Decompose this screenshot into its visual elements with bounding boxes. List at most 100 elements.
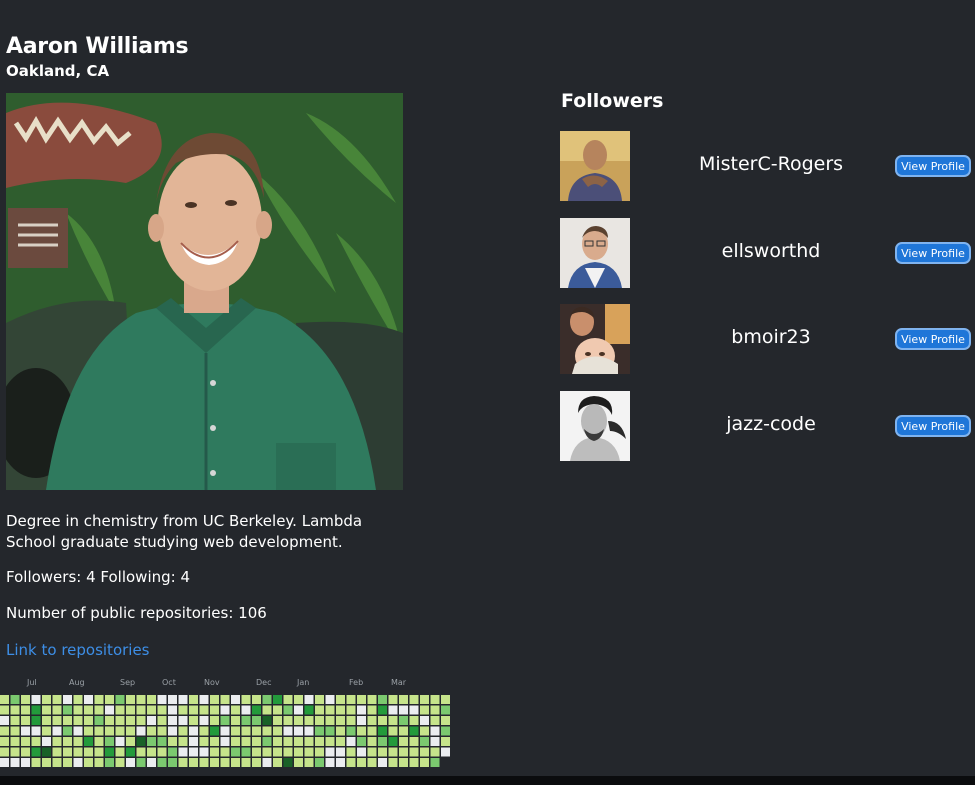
follower-avatar [560,131,630,201]
contribution-day [126,737,135,746]
contribution-day [31,695,41,704]
contribution-day [231,716,240,725]
contribution-day [409,758,419,767]
profile-photo [6,93,403,490]
follower-login: ellsworthd [721,240,821,262]
contribution-day [399,726,408,736]
contribution-day [73,747,83,757]
contribution-day [168,705,177,715]
contribution-day [304,726,314,736]
contribution-day [84,726,93,736]
contribution-day [63,758,72,767]
contribution-day [0,758,9,767]
contribution-day [283,737,293,746]
contribution-day [31,705,41,715]
contribution-day [409,695,419,704]
profile-photo-image [6,93,403,490]
contribution-day [325,716,335,725]
contribution-day [231,695,240,704]
contribution-day [157,737,167,746]
contribution-day [210,758,219,767]
contribution-day [325,705,335,715]
contribution-day [168,695,177,704]
month-label: Oct [162,678,176,687]
followers-title: Followers [561,90,664,112]
follower-card: jazz-code View Profile [560,391,972,461]
contribution-day [147,695,156,704]
contribution-day [199,695,209,704]
contribution-day [357,716,366,725]
contribution-day [262,726,272,736]
contribution-day [304,737,314,746]
contribution-day [157,758,167,767]
contribution-day [252,695,261,704]
contribution-day [220,726,230,736]
contribution-day [0,747,9,757]
contribution-day [147,758,156,767]
contribution-day [168,737,177,746]
follower-card: MisterC-Rogers View Profile [560,131,972,201]
contribution-day [157,747,167,757]
contribution-day [231,726,240,736]
view-profile-button[interactable]: View Profile [895,328,971,350]
contribution-day [294,726,303,736]
view-profile-button[interactable]: View Profile [895,415,971,437]
contribution-day [168,726,177,736]
follower-card: bmoir23 View Profile [560,304,972,374]
contribution-day [315,705,324,715]
contribution-day [52,716,62,725]
contribution-day [336,758,345,767]
view-profile-button[interactable]: View Profile [895,242,971,264]
contribution-day [420,705,429,715]
contribution-day [42,695,51,704]
contribution-day [304,716,314,725]
month-label: Jan [297,678,310,687]
contribution-day [304,695,314,704]
contribution-day [147,747,156,757]
contribution-day [126,747,135,757]
contribution-day [315,747,324,757]
contribution-day [420,737,429,746]
contribution-day [241,695,251,704]
contribution-day [10,726,20,736]
contribution-day [262,737,272,746]
contribution-day [241,716,251,725]
contribution-day [336,716,345,725]
contribution-day [220,695,230,704]
contribution-day [220,737,230,746]
contribution-day [273,758,282,767]
bottom-bar [0,776,975,785]
view-profile-button[interactable]: View Profile [895,155,971,177]
contribution-day [42,758,51,767]
contribution-day [52,726,62,736]
contribution-day [399,747,408,757]
contribution-day [73,705,83,715]
contribution-day [346,705,356,715]
contribution-day [409,716,419,725]
contribution-day [31,747,41,757]
contribution-day [63,747,72,757]
contribution-day [294,737,303,746]
contribution-day [189,726,198,736]
contribution-day [378,737,387,746]
contribution-day [346,758,356,767]
contribution-day [126,758,135,767]
contribution-grid [0,695,450,767]
contribution-day [378,726,387,736]
contribution-day [189,695,198,704]
contribution-day [388,747,398,757]
contribution-day [84,758,93,767]
contribution-day [315,716,324,725]
contribution-day [325,758,335,767]
repositories-link[interactable]: Link to repositories [6,641,150,659]
contribution-day [430,705,440,715]
contribution-day [199,726,209,736]
contribution-day [420,758,429,767]
contribution-day [10,705,20,715]
contribution-day [367,695,377,704]
month-label: Mar [391,678,407,687]
contribution-day [441,737,450,746]
follower-login: bmoir23 [731,326,811,348]
contribution-day [189,716,198,725]
contribution-day [220,758,230,767]
